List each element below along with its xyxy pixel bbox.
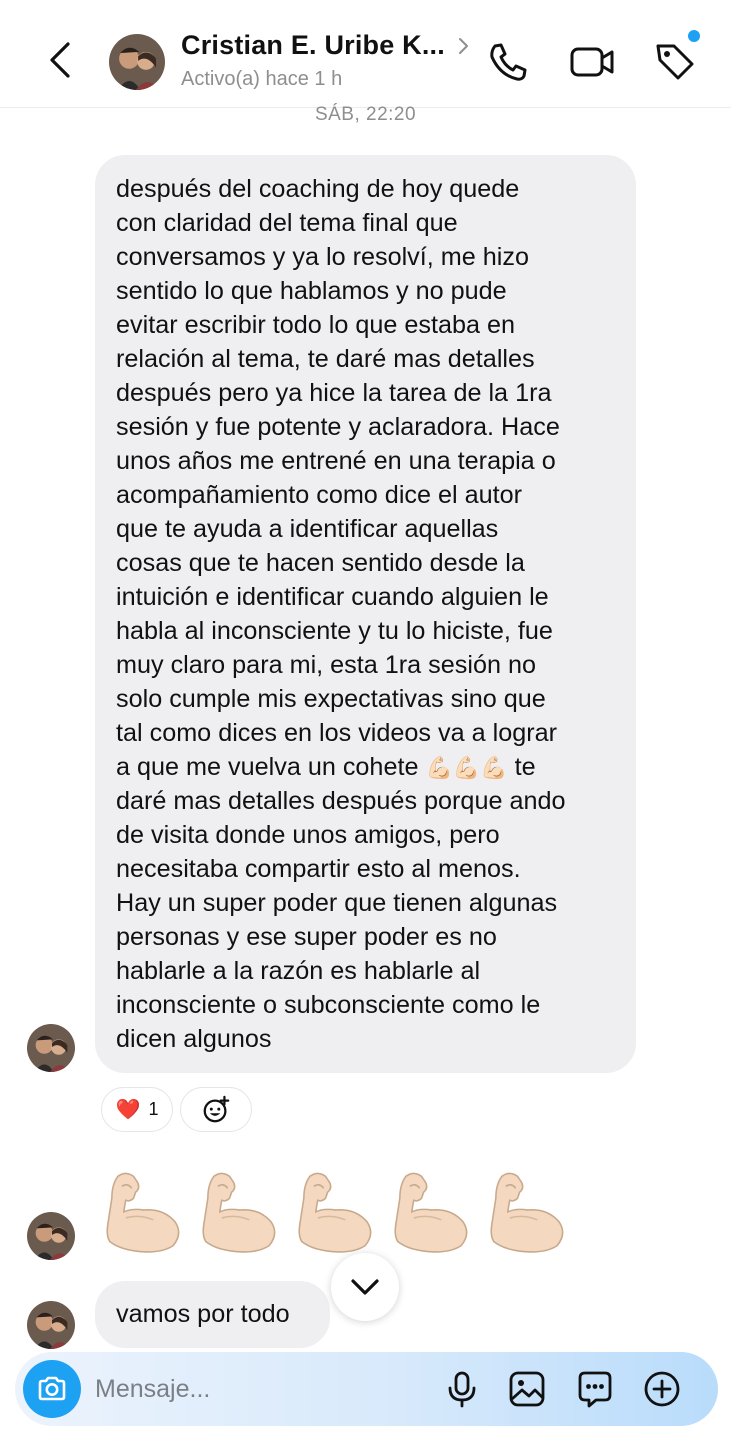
message-bubble[interactable]: vamos por todo [95,1281,330,1348]
heart-reaction[interactable]: ❤️ 1 [101,1087,173,1132]
sender-avatar[interactable] [27,1024,75,1072]
scroll-to-bottom-button[interactable] [331,1253,399,1321]
plus-icon [644,1371,680,1407]
microphone-button[interactable] [441,1368,483,1410]
chevron-down-icon [351,1279,379,1295]
phone-icon[interactable] [486,40,530,84]
emoji-message[interactable] [100,1168,580,1263]
camera-icon [38,1376,66,1401]
flexed-biceps-emoji [490,1172,564,1253]
sticker-button[interactable] [574,1368,616,1410]
active-status: Activo(a) hace 1 h [181,68,343,90]
microphone-icon [448,1371,476,1408]
camera-button[interactable] [23,1360,81,1418]
thread-timestamp: SÁB, 22:20 [314,104,417,125]
message-text-continued: te daré mas detalles después porque ando… [116,753,566,1053]
chat-header: Cristian E. Uribe K... Activo(a) hace 1 … [0,0,731,108]
message-composer [15,1352,718,1426]
message-bubble[interactable]: después del coaching de hoy quede con cl… [95,155,636,1073]
notification-dot [688,30,700,42]
sticker-icon [578,1371,612,1408]
add-reaction-icon [203,1095,230,1122]
flexed-biceps-emoji [106,1172,180,1253]
sender-avatar[interactable] [27,1212,75,1260]
flexed-biceps-emoji [202,1172,276,1253]
reaction-count: 1 [148,1099,159,1119]
add-reaction-button[interactable] [180,1087,252,1132]
gallery-icon [509,1371,545,1407]
contact-avatar[interactable] [109,34,165,90]
video-camera-icon[interactable] [568,40,616,84]
heart-emoji: ❤️ [115,1099,141,1121]
flexed-biceps-emoji [394,1172,468,1253]
message-text: después del coaching de hoy quede con cl… [116,175,560,781]
tag-icon[interactable] [652,38,698,84]
chevron-right-icon[interactable] [456,36,472,56]
flexed-biceps-emoji: 💪🏻💪🏻💪🏻 [425,755,508,780]
more-options-button[interactable] [641,1368,683,1410]
message-text: vamos por todo [116,1300,290,1328]
flexed-biceps-emoji [298,1172,372,1253]
message-input[interactable] [95,1370,395,1408]
back-icon [50,42,70,78]
contact-name[interactable]: Cristian E. Uribe K... [181,30,445,61]
gallery-button[interactable] [506,1368,548,1410]
back-button[interactable] [40,38,84,82]
sender-avatar[interactable] [27,1301,75,1349]
